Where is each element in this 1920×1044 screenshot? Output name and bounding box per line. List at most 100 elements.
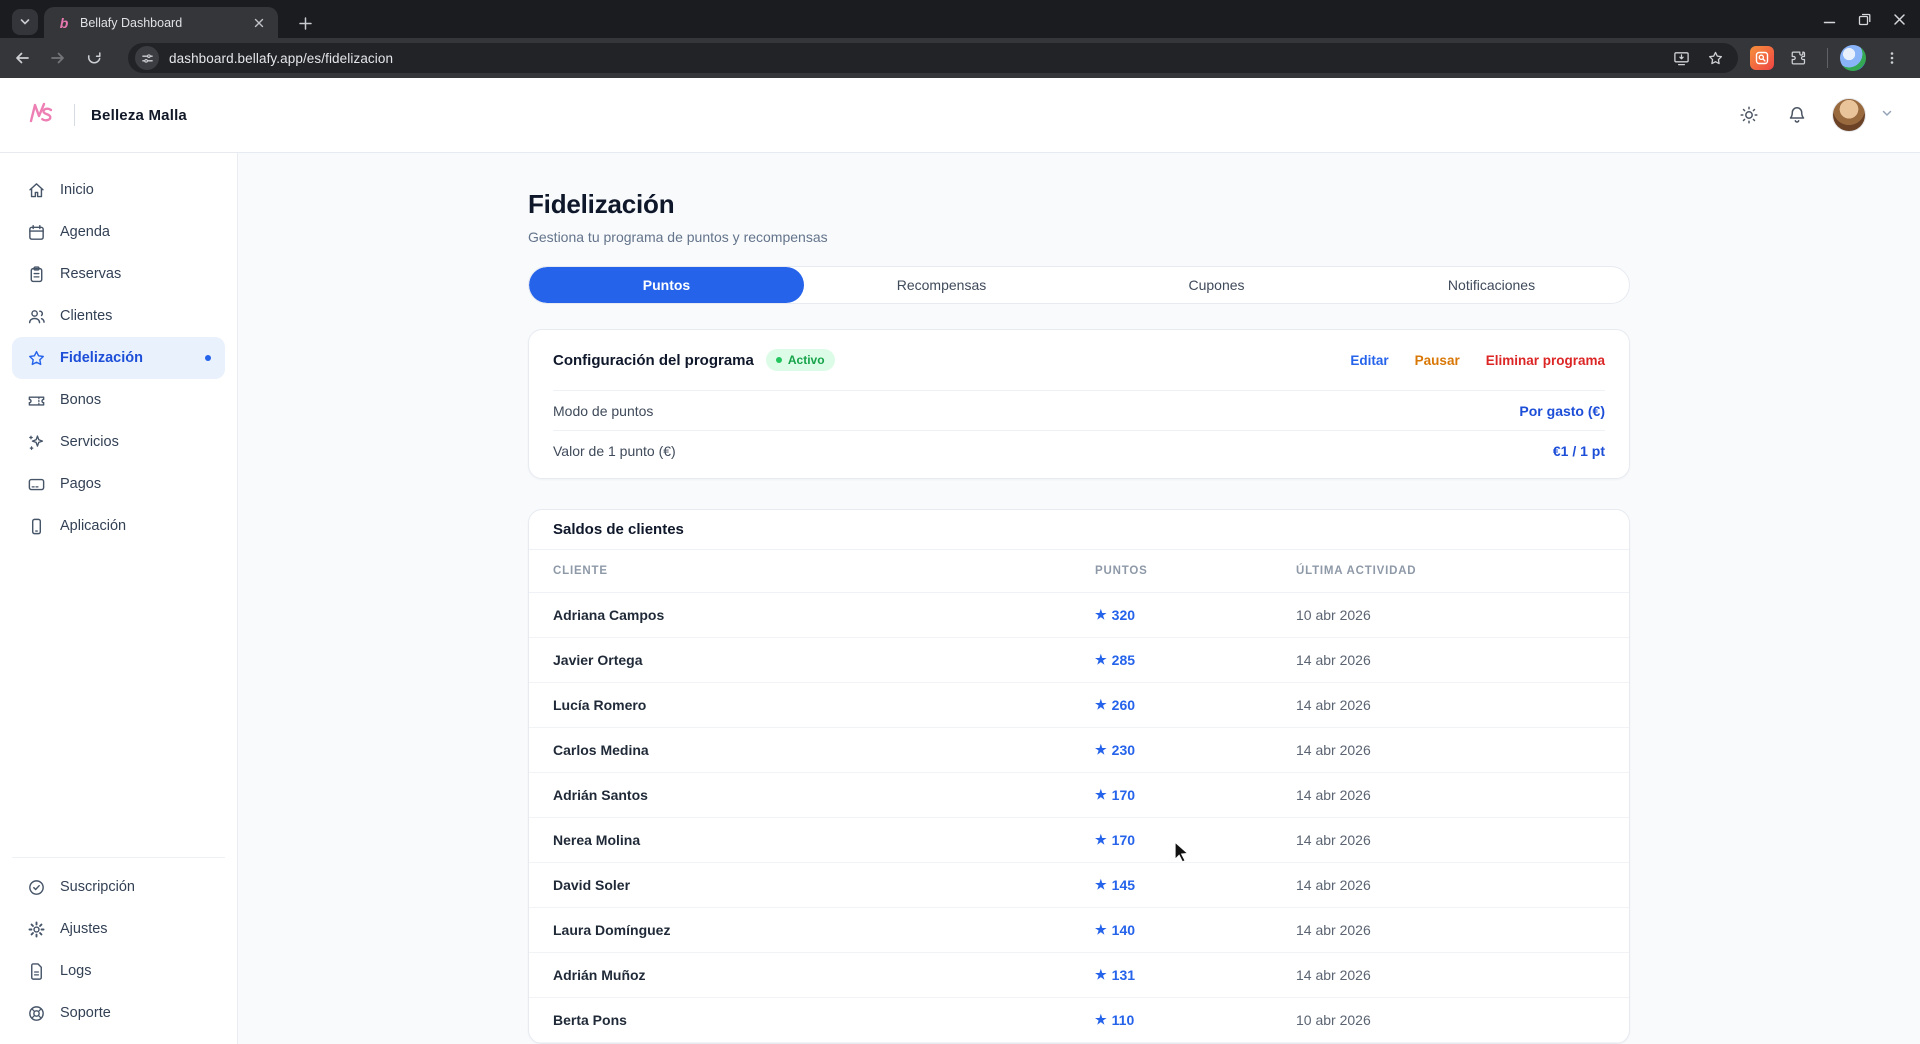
extension-badge-icon[interactable] <box>1750 46 1774 70</box>
table-row[interactable]: Adriana Campos ★320 10 abr 2026 <box>529 593 1629 638</box>
col-cliente: CLIENTE <box>553 565 1095 577</box>
file-text-icon <box>26 961 46 981</box>
table-row[interactable]: Lucía Romero ★260 14 abr 2026 <box>529 683 1629 728</box>
window-minimize-icon[interactable] <box>1823 13 1836 26</box>
points-star-icon: ★ <box>1095 877 1107 893</box>
sidebar-item-label: Clientes <box>60 308 112 324</box>
calendar-icon <box>26 222 46 242</box>
sidebar-item-fidelizacion[interactable]: Fidelización <box>12 337 225 379</box>
sidebar-item-label: Servicios <box>60 434 119 450</box>
theme-toggle-button[interactable] <box>1736 102 1762 128</box>
sidebar: Inicio Agenda Reservas Clientes Fideliza… <box>0 153 238 1044</box>
points-star-icon: ★ <box>1095 832 1107 848</box>
bookmark-star-icon[interactable] <box>1702 45 1728 71</box>
site-controls-icon[interactable] <box>135 46 159 70</box>
bellafy-favicon-icon: b <box>56 15 72 31</box>
main-content: Fidelización Gestiona tu programa de pun… <box>238 153 1920 1044</box>
ticket-icon <box>26 390 46 410</box>
sidebar-item-bonos[interactable]: Bonos <box>12 379 225 421</box>
sidebar-item-label: Agenda <box>60 224 110 240</box>
toolbar-divider <box>1827 48 1828 68</box>
page-title: Fidelización <box>528 189 1630 220</box>
sidebar-item-ajustes[interactable]: Ajustes <box>12 908 225 950</box>
sidebar-item-label: Suscripción <box>60 879 135 895</box>
client-balances-card: Saldos de clientes CLIENTE PUNTOS ÚLTIMA… <box>528 509 1630 1044</box>
badge-check-icon <box>26 877 46 897</box>
gear-icon <box>26 919 46 939</box>
points-star-icon: ★ <box>1095 922 1107 938</box>
bellafy-logo <box>24 97 60 133</box>
tab-notificaciones[interactable]: Notificaciones <box>1354 267 1629 303</box>
delete-program-button[interactable]: Eliminar programa <box>1486 353 1605 368</box>
chevron-down-icon <box>19 16 31 28</box>
sidebar-footer: Suscripción Ajustes Logs Soporte <box>12 857 225 1034</box>
sidebar-item-label: Inicio <box>60 182 94 198</box>
business-name: Belleza Malla <box>91 107 187 124</box>
table-row[interactable]: David Soler ★145 14 abr 2026 <box>529 863 1629 908</box>
user-avatar[interactable] <box>1832 98 1866 132</box>
sidebar-item-reservas[interactable]: Reservas <box>12 253 225 295</box>
reload-button[interactable] <box>80 44 108 72</box>
back-button[interactable] <box>8 44 36 72</box>
browser-menu-icon[interactable] <box>1880 46 1904 70</box>
table-row[interactable]: Adrián Santos ★170 14 abr 2026 <box>529 773 1629 818</box>
status-dot <box>776 357 782 363</box>
points-star-icon: ★ <box>1095 1012 1107 1028</box>
col-puntos: PUNTOS <box>1095 565 1296 577</box>
edit-program-button[interactable]: Editar <box>1350 353 1388 368</box>
sidebar-item-soporte[interactable]: Soporte <box>12 992 225 1034</box>
table-row[interactable]: Carlos Medina ★230 14 abr 2026 <box>529 728 1629 773</box>
points-star-icon: ★ <box>1095 652 1107 668</box>
sidebar-item-inicio[interactable]: Inicio <box>12 169 225 211</box>
forward-arrow-icon <box>49 49 67 67</box>
sidebar-item-label: Aplicación <box>60 518 126 534</box>
tab-close-icon[interactable] <box>250 14 268 32</box>
sidebar-item-pagos[interactable]: Pagos <box>12 463 225 505</box>
bell-icon <box>1787 105 1807 125</box>
new-tab-button[interactable] <box>292 10 318 36</box>
brand-divider <box>74 104 75 126</box>
sidebar-item-clientes[interactable]: Clientes <box>12 295 225 337</box>
url-bar[interactable]: dashboard.bellafy.app/es/fidelizacion <box>128 43 1738 73</box>
tab-puntos[interactable]: Puntos <box>529 267 804 303</box>
notifications-button[interactable] <box>1784 102 1810 128</box>
tab-recompensas[interactable]: Recompensas <box>804 267 1079 303</box>
table-row[interactable]: Laura Domínguez ★140 14 abr 2026 <box>529 908 1629 953</box>
star-icon <box>26 348 46 368</box>
sidebar-item-label: Reservas <box>60 266 121 282</box>
sidebar-item-suscripcion[interactable]: Suscripción <box>12 866 225 908</box>
table-row[interactable]: Nerea Molina ★170 14 abr 2026 <box>529 818 1629 863</box>
back-arrow-icon <box>13 49 31 67</box>
window-restore-icon[interactable] <box>1858 13 1871 26</box>
balances-title: Saldos de clientes <box>529 510 1629 550</box>
sidebar-item-aplicacion[interactable]: Aplicación <box>12 505 225 547</box>
install-app-icon[interactable] <box>1668 45 1694 71</box>
sidebar-item-label: Fidelización <box>60 350 143 366</box>
sidebar-item-servicios[interactable]: Servicios <box>12 421 225 463</box>
profile-chevron-down-icon[interactable] <box>1880 106 1894 125</box>
sidebar-item-label: Logs <box>60 963 91 979</box>
table-row[interactable]: Javier Ortega ★285 14 abr 2026 <box>529 638 1629 683</box>
browser-profile-avatar[interactable] <box>1840 45 1866 71</box>
status-badge: Activo <box>766 349 835 371</box>
url-text[interactable]: dashboard.bellafy.app/es/fidelizacion <box>169 51 1660 66</box>
clipboard-icon <box>26 264 46 284</box>
sidebar-item-label: Bonos <box>60 392 101 408</box>
table-row[interactable]: Adrián Muñoz ★131 14 abr 2026 <box>529 953 1629 998</box>
tab-search-button[interactable] <box>12 9 38 35</box>
reload-icon <box>86 50 103 67</box>
window-close-icon[interactable] <box>1893 13 1906 26</box>
browser-titlebar: b Bellafy Dashboard <box>0 0 1920 38</box>
forward-button[interactable] <box>44 44 72 72</box>
sidebar-item-logs[interactable]: Logs <box>12 950 225 992</box>
sidebar-item-label: Soporte <box>60 1005 111 1021</box>
table-row[interactable]: Berta Pons ★110 10 abr 2026 <box>529 998 1629 1043</box>
sidebar-item-agenda[interactable]: Agenda <box>12 211 225 253</box>
window-controls <box>1823 0 1906 38</box>
tab-cupones[interactable]: Cupones <box>1079 267 1354 303</box>
extensions-puzzle-icon[interactable] <box>1786 46 1810 70</box>
point-value: €1 / 1 pt <box>1553 443 1605 459</box>
browser-tab[interactable]: b Bellafy Dashboard <box>44 7 278 38</box>
pause-program-button[interactable]: Pausar <box>1415 353 1460 368</box>
sun-icon <box>1739 105 1759 125</box>
